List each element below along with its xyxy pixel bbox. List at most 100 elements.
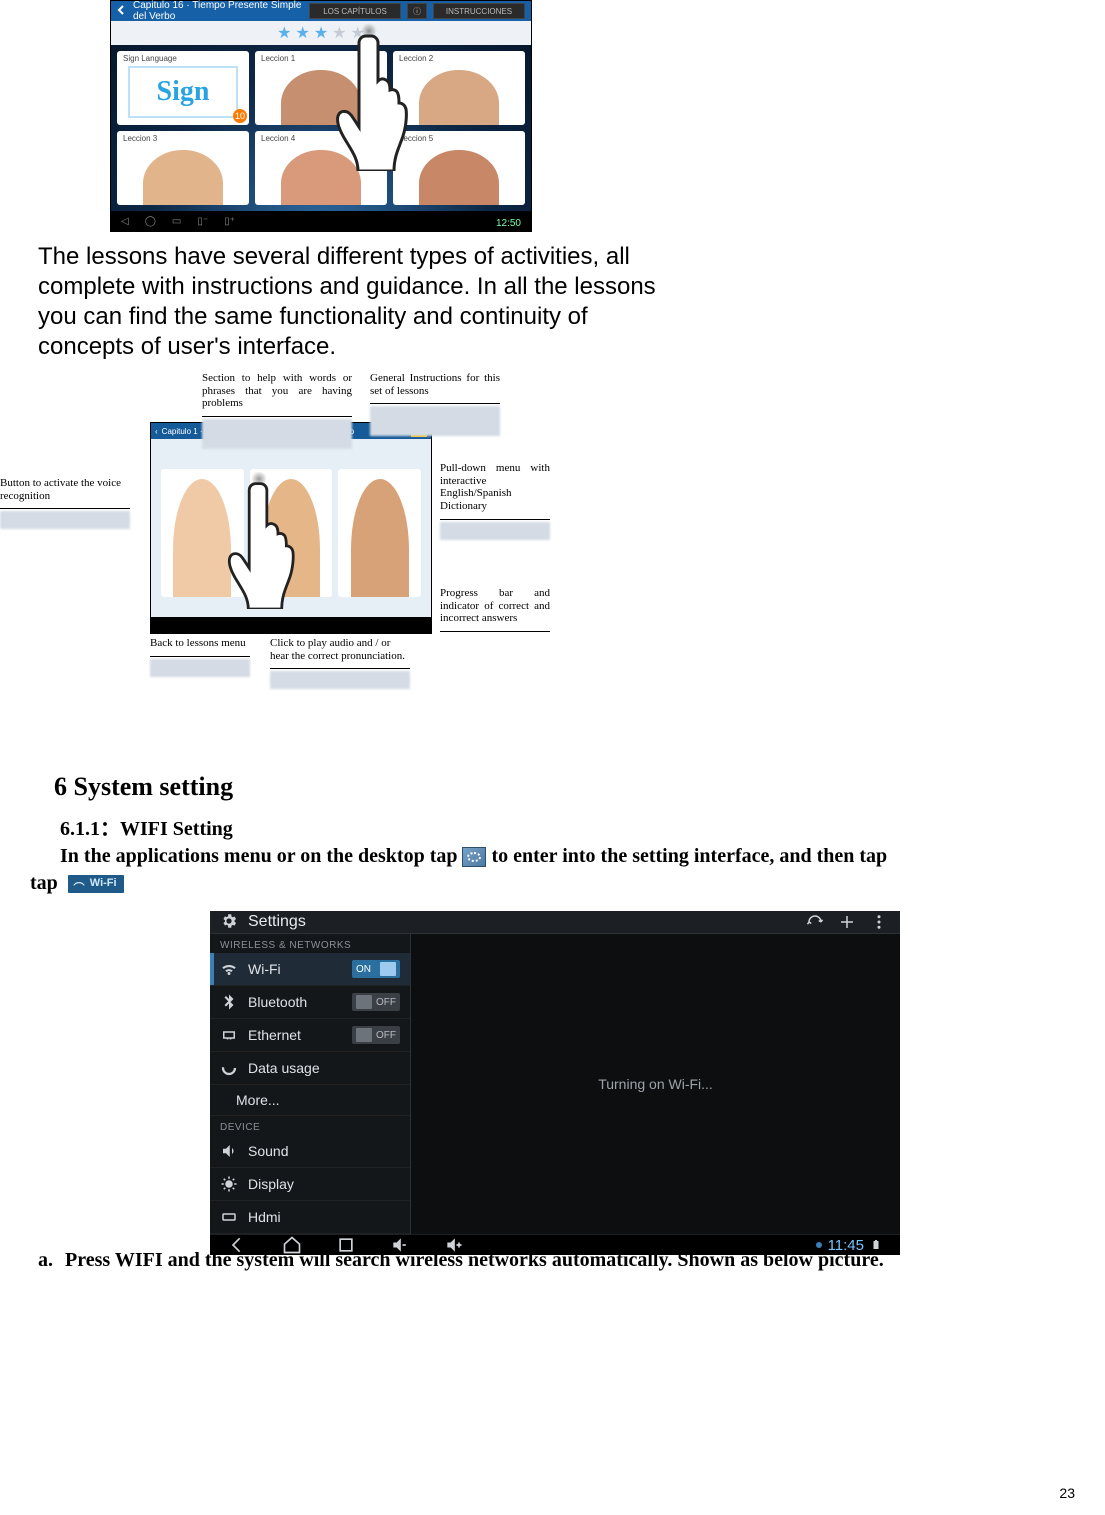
settings-app-icon [462, 847, 486, 867]
section-title: 6 System setting [54, 772, 1075, 802]
vol-up-icon: ▯⁺ [224, 216, 235, 227]
scan-icon[interactable] [804, 911, 826, 933]
sidebar-header: DEVICE [210, 1116, 410, 1135]
titlebar-button: INSTRUCCIONES [433, 3, 525, 19]
annotation-text: Back to lessons menu [150, 637, 246, 649]
person-card [338, 469, 421, 597]
android-settings-screenshot: Settings WIRELESS & NETWORKS [210, 911, 900, 1231]
annotation-progress-bar: Progress bar and indicator of correct an… [440, 587, 550, 632]
annotation-section-help: Section to help with words or phrases th… [202, 372, 352, 449]
lesson-tile: Leccion 3 [117, 131, 249, 205]
annotation-text: Button to activate the voice recognition [0, 477, 121, 502]
home-nav-icon[interactable] [282, 1235, 302, 1255]
lesson-tile: Sign Language Sign 10 [117, 51, 249, 125]
sidebar-header: WIRELESS & NETWORKS [210, 934, 410, 953]
status-clock: 12:50 [496, 218, 521, 229]
subsection-title: 6.1.1：WIFI Setting [60, 812, 1075, 841]
lesson-grid-screenshot: Capitulo 16 · Tiempo Presente Simple del… [110, 0, 532, 232]
recents-nav-icon[interactable] [336, 1235, 356, 1255]
blurred-caption [150, 659, 250, 677]
sidebar-item-wifi[interactable]: Wi-Fi ON [210, 953, 410, 986]
bluetooth-icon [220, 993, 238, 1011]
sidebar-item-label: More... [236, 1092, 400, 1108]
blurred-caption [0, 511, 130, 529]
sidebar-item-label: Data usage [248, 1060, 400, 1076]
annotation-text: Click to play audio and / or hear the co… [270, 637, 405, 662]
annotated-diagram: ‹ Capitulo 1 · Leccion 2 · Instrucciones… [30, 372, 550, 692]
more-icon[interactable] [868, 911, 890, 933]
titlebar: Capitulo 16 · Tiempo Presente Simple del… [111, 1, 531, 21]
sidebar-item-more[interactable]: More... [210, 1085, 410, 1116]
vol-up-icon[interactable] [444, 1235, 464, 1255]
home-nav-icon: ◯ [145, 216, 156, 227]
clock-text: 11:45 [828, 1237, 864, 1254]
sidebar-item-label: Display [248, 1176, 400, 1192]
sidebar-item-ethernet[interactable]: Ethernet OFF [210, 1019, 410, 1052]
info-icon: ⓘ [407, 3, 427, 19]
section-6: 6 System setting 6.1.1：WIFI Setting In t… [30, 772, 1075, 897]
settings-main-panel: Turning on Wi-Fi... [411, 934, 900, 1234]
annotation-dictionary: Pull-down menu with interactive English/… [440, 462, 550, 540]
vol-down-icon: ▯⁻ [197, 216, 208, 227]
blurred-caption [370, 406, 500, 436]
android-navbar [151, 617, 431, 633]
blurred-caption [202, 419, 352, 449]
annotation-play-audio: Click to play audio and / or hear the co… [270, 637, 410, 689]
sidebar-item-label: Hdmi [248, 1209, 400, 1225]
gear-icon [220, 912, 238, 933]
pointing-hand-graphic [215, 479, 315, 609]
toggle-on[interactable]: ON [352, 960, 400, 978]
sidebar-item-label: Bluetooth [248, 994, 342, 1010]
chapter-title: Capitulo 16 · Tiempo Presente Simple del… [133, 0, 303, 22]
recents-nav-icon: ▭ [172, 216, 181, 227]
sidebar-item-display[interactable]: Display [210, 1168, 410, 1201]
intro-paragraph: The lessons have several different types… [38, 242, 688, 362]
sidebar-item-hdmi[interactable]: Hdmi [210, 1201, 410, 1234]
subsection-body: In the applications menu or on the deskt… [30, 843, 1055, 897]
page-number: 23 [1059, 1485, 1075, 1501]
step-marker: a. [38, 1247, 53, 1274]
sidebar-item-label: Wi-Fi [248, 961, 342, 977]
annotation-back-menu: Back to lessons menu [150, 637, 250, 677]
blurred-caption [440, 522, 550, 540]
sidebar-item-bluetooth[interactable]: Bluetooth OFF [210, 986, 410, 1019]
body-text-2: to enter into the setting interface, and… [491, 845, 887, 867]
annotation-text: General Instructions for this set of les… [370, 372, 500, 397]
annotation-general-instructions: General Instructions for this set of les… [370, 372, 500, 436]
tile-label: Sign Language [121, 53, 245, 64]
add-icon[interactable] [836, 911, 858, 933]
data-usage-icon [220, 1059, 238, 1077]
back-nav-icon[interactable] [228, 1235, 248, 1255]
wifi-button-icon [68, 875, 124, 893]
battery-icon [870, 1239, 882, 1251]
android-navbar: ◁ ◯ ▭ ▯⁻ ▯⁺ 12:50 [111, 211, 531, 231]
display-icon [220, 1175, 238, 1193]
sidebar-item-label: Sound [248, 1143, 400, 1159]
back-nav-icon: ◁ [121, 216, 129, 227]
back-icon: ‹ [155, 427, 158, 436]
toggle-off[interactable]: OFF [352, 993, 400, 1011]
status-dot-icon [816, 1242, 822, 1248]
sidebar-item-data-usage[interactable]: Data usage [210, 1052, 410, 1085]
sidebar-item-sound[interactable]: Sound [210, 1135, 410, 1168]
toggle-off[interactable]: OFF [352, 1026, 400, 1044]
titlebar-button: LOS CAPÍTULOS [309, 3, 401, 19]
wifi-status-text: Turning on Wi-Fi... [598, 1076, 713, 1092]
hdmi-icon [220, 1208, 238, 1226]
settings-sidebar: WIRELESS & NETWORKS Wi-Fi ON Bluetooth [210, 934, 411, 1234]
body-text-1: In the applications menu or on the deskt… [60, 845, 462, 867]
ethernet-icon [220, 1026, 238, 1044]
wifi-icon [220, 960, 238, 978]
annotation-text: Section to help with words or phrases th… [202, 372, 352, 409]
pointing-hand-graphic [321, 31, 431, 171]
annotation-text: Pull-down menu with interactive English/… [440, 462, 550, 512]
sidebar-item-label: Ethernet [248, 1027, 342, 1043]
blurred-caption [270, 671, 410, 689]
back-icon [117, 5, 127, 18]
activity-screenshot: ‹ Capitulo 1 · Leccion 2 · Instrucciones… [150, 422, 432, 634]
vol-down-icon[interactable] [390, 1235, 410, 1255]
tile-label: Leccion 3 [121, 133, 245, 144]
settings-title: Settings [248, 913, 306, 931]
tile-badge: 10 [233, 109, 247, 123]
annotation-voice-button: Button to activate the voice recognition [0, 477, 130, 529]
